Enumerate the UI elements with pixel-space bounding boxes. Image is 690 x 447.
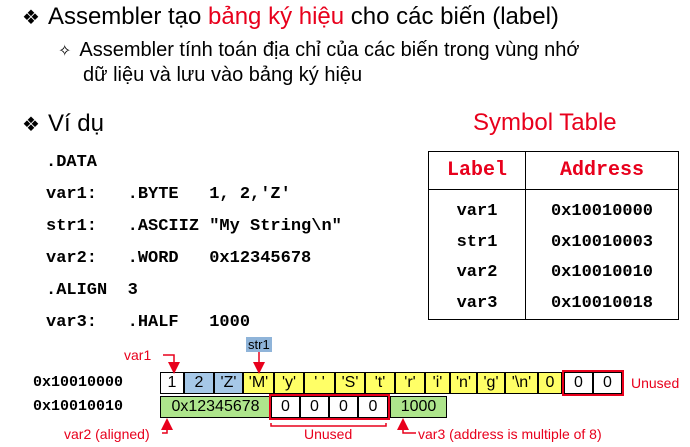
var3-label: var3 (address is multiple of 8) (418, 426, 602, 442)
unused-label-right: Unused (631, 375, 680, 391)
var2-label: var2 (aligned) (64, 426, 150, 442)
var1-label: var1 (124, 347, 152, 363)
unused-label-bottom: Unused (304, 426, 353, 442)
str1-label: str1 (246, 337, 272, 352)
var2-arrow (161, 418, 173, 434)
annotation-arrows (161, 349, 416, 434)
var1-arrow (163, 354, 180, 374)
var3-arrow (397, 418, 416, 434)
